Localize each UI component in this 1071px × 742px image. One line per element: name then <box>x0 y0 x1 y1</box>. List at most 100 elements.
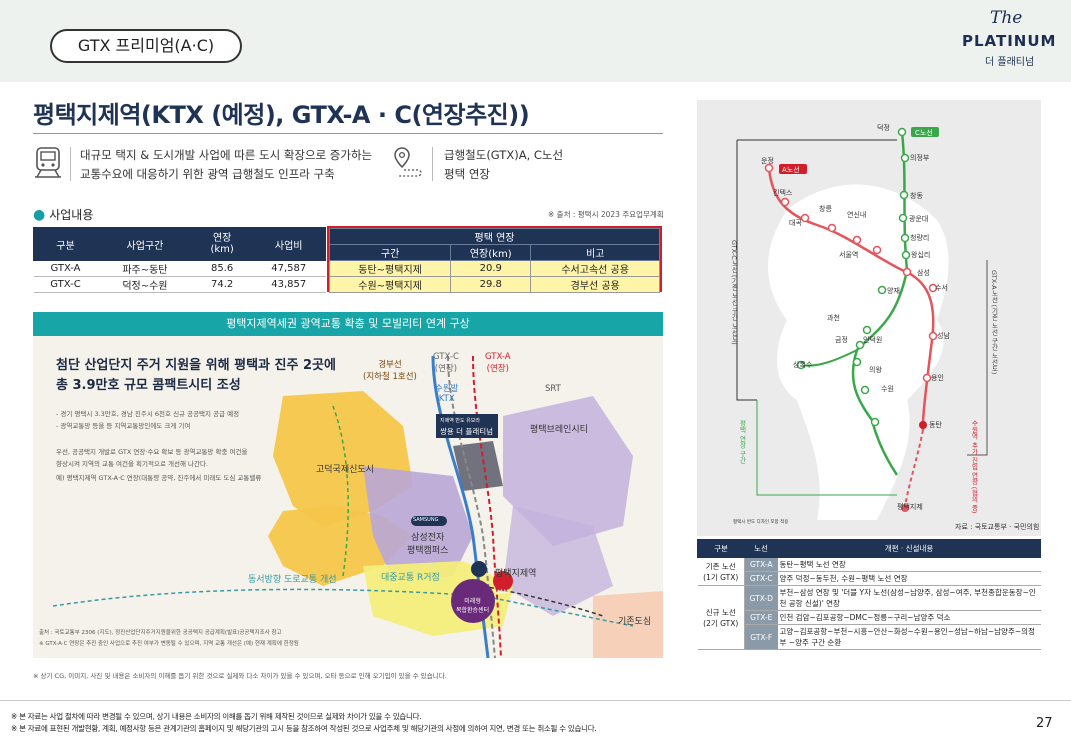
map-headline-1: 첨단 산업단지 주거 지원을 위해 평택과 진주 2곳에 <box>56 358 336 373</box>
page-title: 평택지제역(KTX (예정), GTX-A · C(연장추진)) <box>33 101 530 129</box>
table-cell: 덕정~수원 <box>97 276 193 293</box>
table-header: 연장 (km) <box>191 227 253 261</box>
table-row: 기존 노선 (1기 GTX) GTX-A 동탄~평택 노선 연장 <box>697 557 1041 586</box>
map-note: 향상시켜 지역의 교통 여건을 획기적으로 개선해 나간다. <box>56 460 209 468</box>
table-header: 노선 <box>744 539 778 558</box>
footer-divider <box>0 700 1071 701</box>
uam-label: UAM <box>495 589 509 596</box>
table-header: 구간 <box>328 244 452 261</box>
station-label: 의정부 <box>910 154 930 162</box>
station-label: 금정 <box>835 336 848 344</box>
station-label: 운정 <box>761 157 774 165</box>
station-label: 왕십리 <box>911 251 931 259</box>
gtx-c-ext-label: GTX-C노선 (기존 노선 구간 노선도) <box>730 240 738 345</box>
map-note: 우선, 공공택지 개발로 GTX 연장·수요 확보 등 광역교통망 확충 여건을 <box>56 448 248 456</box>
logo-script: The <box>990 8 1023 28</box>
group-cell: 신규 노선 (2기 GTX) <box>697 585 745 650</box>
train-icon <box>33 146 63 184</box>
station-label: 광운대 <box>909 215 929 223</box>
hub-label: 미래형 복합환승센터 <box>456 598 490 614</box>
map-note: - 경기 평택시 3.3만호, 경남 진주시 6천호 신규 공공택지 공급 예정 <box>56 410 240 418</box>
route-code: GTX-E <box>744 610 778 625</box>
route-desc: 고양~김포공항~부천~시흥~안산~화성~수원~용인~성남~하남~남양주~의정부 … <box>777 624 1041 650</box>
station-label: 서울역 <box>839 251 859 259</box>
project-table: 구분 사업구간 연장 (km) 사업비 GTX-A 파주~동탄 85.6 47,… <box>33 227 326 293</box>
station-label: 대곡 <box>789 219 802 227</box>
table-cell: 47,587 <box>251 260 326 277</box>
feature-divider <box>70 147 71 181</box>
table-row: GTX-E 인천 검암~김포공항~DMC~정릉~구리~남양주 덕소 <box>698 610 1041 625</box>
brain-city-label: 평택브레인시티 <box>530 425 588 435</box>
table-cell: 파주~동탄 <box>97 260 193 277</box>
table-row: 수원~평택지제 29.8 경부선 공용 <box>328 276 660 293</box>
table-cell: 20.9 <box>450 260 532 277</box>
extension-table: 평택 연장 구간 연장(km) 비고 동탄~평택지제 20.9 수서고속선 공용… <box>328 228 660 293</box>
table-header: 연장(km) <box>450 244 532 261</box>
route-desc: 양주 덕정~동두천, 수원~평택 노선 연장 <box>777 571 1041 586</box>
table-cell: GTX-C <box>33 276 98 293</box>
station-label: 삼성 <box>917 269 930 277</box>
a-sub-label: 수원역 추가 진입 연장 (협의 중) <box>970 420 978 514</box>
station-label: 과천 <box>827 314 840 322</box>
site-small-label: 지제역 반도 유보라 <box>440 418 480 424</box>
route-code: GTX-F <box>744 624 778 650</box>
transport-map: 평택지제역세권 광역교통 확충 및 모빌리티 연계 구상 첨단 산업단지 주거 … <box>33 312 663 658</box>
feature-divider <box>432 147 433 181</box>
route-pin-icon <box>390 145 426 185</box>
station-label: 용인 <box>931 374 944 382</box>
route-desc: 부천~삼성 연장 및 '더블 Y자 노선(삼성~남양주, 삼성~여주, 부천종합… <box>777 585 1041 611</box>
route-table: 구분 노선 개편 · 신설내용 기존 노선 (1기 GTX) GTX-A 동탄~… <box>697 539 1041 650</box>
station-label: 청량리 <box>910 234 930 242</box>
station-label: 동탄 <box>929 421 942 429</box>
station-label: 인덕원 <box>863 336 883 344</box>
extension-table-frame: 평택 연장 구간 연장(km) 비고 동탄~평택지제 20.9 수서고속선 공용… <box>327 226 662 293</box>
map-source-2: ※ GTX-A·C 연장은 추진 중인 사업으로 추진 여부가 변동될 수 있으… <box>39 641 299 647</box>
station-label: 수원 <box>881 385 894 393</box>
mass-transit-label: 대중교통 R거점 <box>381 573 440 583</box>
table-header: 구분 <box>697 539 745 558</box>
table-cell: 경부선 공용 <box>530 276 660 293</box>
table-row: 동탄~평택지제 20.9 수서고속선 공용 <box>328 260 660 277</box>
table-cell: 74.2 <box>192 276 252 293</box>
table-header: 개편 · 신설내용 <box>777 539 1041 558</box>
table-header: 비고 <box>530 244 660 261</box>
table-row: GTX-C 덕정~수원 74.2 43,857 <box>33 276 326 293</box>
route-desc: 동탄~평택 노선 연장 <box>777 557 1041 572</box>
page-number: 27 <box>1036 716 1053 731</box>
table-row: 신규 노선 (2기 GTX) GTX-D 부천~삼성 연장 및 '더블 Y자 노… <box>697 585 1041 650</box>
route-code: GTX-D <box>744 585 778 611</box>
old-town-label: 기존도심 <box>618 617 652 627</box>
badge-c: C노선 <box>915 129 933 137</box>
station-label: 상록수 <box>793 361 813 369</box>
table-row: GTX-A 파주~동탄 85.6 47,587 <box>33 260 326 277</box>
station-label: 연신내 <box>847 211 867 219</box>
disclaimer-1: ※ 본 자료는 사업 절차에 따라 변경될 수 있으며, 상기 내용은 소비자의… <box>11 712 422 721</box>
gyeongbu-label: 경부선 (지하철 1호선) <box>363 360 417 382</box>
section-label: ● 사업내용 <box>33 207 94 223</box>
table-header: 사업구간 <box>96 227 193 261</box>
route-desc: 인천 검암~김포공항~DMC~정릉~구리~남양주 덕소 <box>777 610 1041 625</box>
table-cell: 43,857 <box>251 276 326 293</box>
samsung-logo: SAMSUNG <box>413 517 439 523</box>
table-cell: 동탄~평택지제 <box>328 260 452 277</box>
map-header: 평택지제역세권 광역교통 확충 및 모빌리티 연계 구상 <box>33 312 663 336</box>
table-header: 사업비 <box>251 227 326 261</box>
map-note: 예) 평택지제역 GTX-A·C 연장(대통령 공약, 진주에서 미래도 도심 … <box>56 474 262 482</box>
station-label: 의왕 <box>869 366 882 374</box>
gtxa-label: GTX-A (연장) <box>485 352 511 374</box>
map-disclaimer: ※ 상기 CG, 이미지, 사진 및 내용은 소비자의 이해를 돕기 위한 것으… <box>33 672 447 680</box>
feature-text-2: 급행철도(GTX)A, C노선 평택 연장 <box>444 148 564 181</box>
jije-label: 평택지제역 <box>495 569 537 579</box>
table-cell: 수서고속선 공용 <box>530 260 660 277</box>
route-code: GTX-A <box>744 557 778 572</box>
table-cell: 29.8 <box>450 276 532 293</box>
extension-title: 평택 연장 <box>329 228 660 245</box>
station-label: 덕정 <box>877 124 890 132</box>
godeok-label: 고덕국제신도시 <box>316 465 374 475</box>
group-cell: 기존 노선 (1기 GTX) <box>697 557 745 586</box>
c-sub-label: 평택 연장 구간 <box>738 420 746 464</box>
table-cell: 85.6 <box>192 260 252 277</box>
legend-note: 평택시 반도 디자인 포함 적용 <box>733 520 789 525</box>
site-label: 쌍용 더 플래티넘 <box>440 427 494 436</box>
badge-a: A노선 <box>782 166 800 174</box>
